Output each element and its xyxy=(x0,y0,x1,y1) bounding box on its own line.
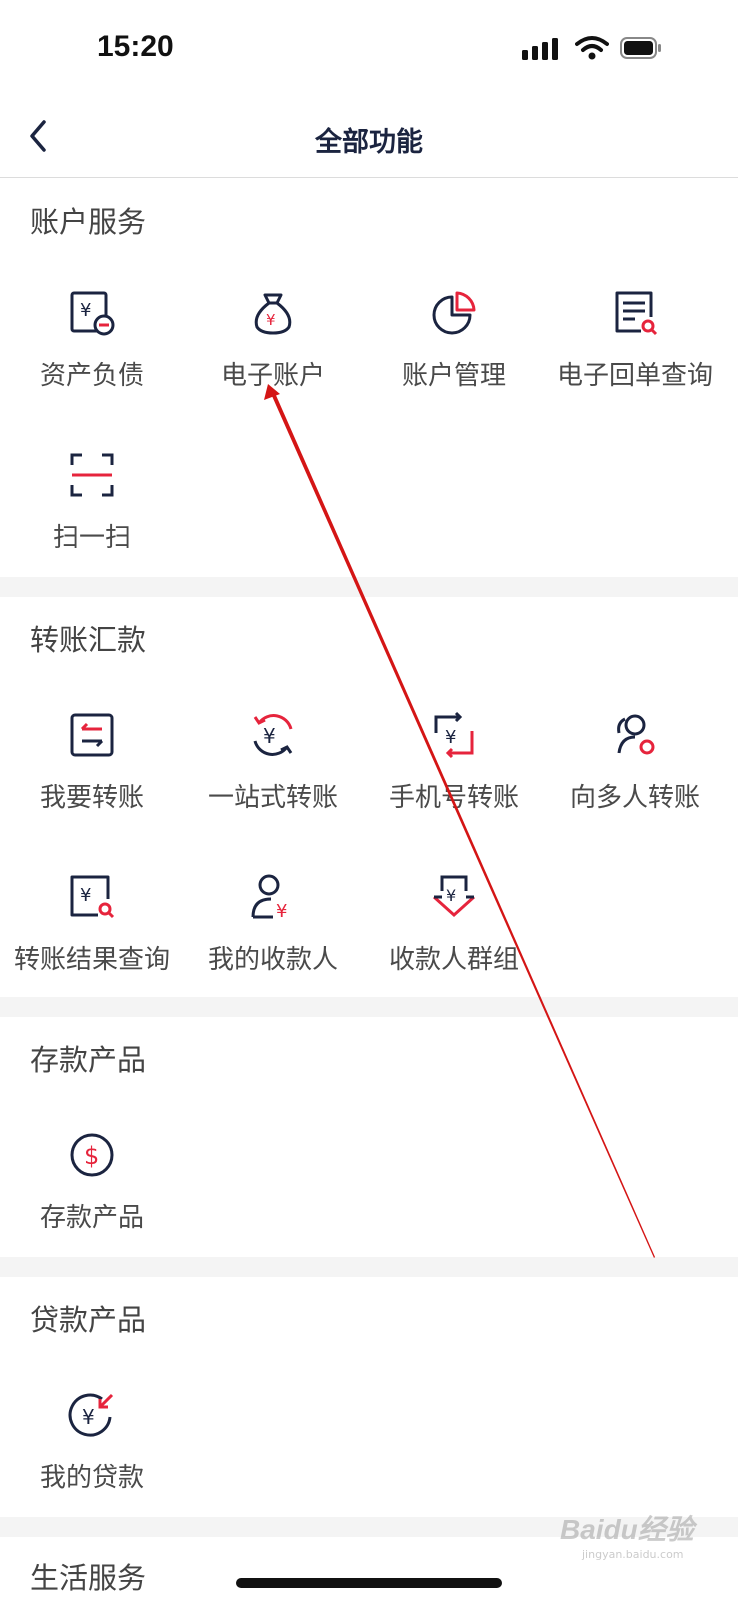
grid-item-my-loans[interactable]: ¥ 我的贷款 xyxy=(0,1391,184,1521)
grid-item-label: 我的收款人 xyxy=(207,945,338,975)
section-title: 存款产品 xyxy=(30,1043,147,1077)
grid-item-label: 扫一扫 xyxy=(52,523,131,553)
grid-item-multi-transfer[interactable]: 向多人转账 xyxy=(543,711,727,841)
grid-item-label: 向多人转账 xyxy=(569,783,700,813)
grid-item-label: 资产负债 xyxy=(39,361,144,391)
section-title: 生活服务 xyxy=(30,1561,147,1595)
transfer-icon xyxy=(70,713,114,757)
scan-icon xyxy=(70,453,114,497)
grid-item-label: 存款产品 xyxy=(39,1203,144,1233)
grid-item-label: 转账结果查询 xyxy=(13,945,170,975)
grid-item-my-payees[interactable]: ¥ 我的收款人 xyxy=(181,873,365,1003)
grid-item-account-management[interactable]: 账户管理 xyxy=(362,289,546,419)
battery-icon xyxy=(620,37,661,59)
svg-text:¥: ¥ xyxy=(266,311,276,329)
grid-item-deposit-products[interactable]: $ 存款产品 xyxy=(0,1131,184,1261)
grid-item-e-receipt[interactable]: 电子回单查询 xyxy=(543,289,727,419)
grid-item-one-stop-transfer[interactable]: ¥ 一站式转账 xyxy=(181,711,365,841)
section-divider xyxy=(0,1257,738,1277)
section-loan: 贷款产品 ¥ 我的贷款 xyxy=(0,1277,738,1517)
one-stop-transfer-icon: ¥ xyxy=(253,714,293,756)
nav-bar: 全部功能 xyxy=(0,100,738,178)
signal-icon xyxy=(522,38,558,60)
transfer-result-search-icon: ¥ xyxy=(70,875,115,919)
section-divider xyxy=(0,577,738,597)
section-account-services: 账户服务 ¥ 资产负债 ¥ 电子账户 账户管理 电子回单查询 扫一扫 xyxy=(0,179,738,577)
money-bag-icon: ¥ xyxy=(254,293,292,335)
grid-item-label: 一站式转账 xyxy=(207,783,338,813)
section-divider xyxy=(0,997,738,1017)
grid-item-transfer-result[interactable]: ¥ 转账结果查询 xyxy=(0,873,184,1003)
grid-item-transfer[interactable]: 我要转账 xyxy=(0,711,184,841)
payee-icon: ¥ xyxy=(251,874,287,921)
dollar-coin-icon: $ xyxy=(70,1133,114,1177)
svg-text:¥: ¥ xyxy=(445,727,456,748)
grid-item-label: 我要转账 xyxy=(39,783,144,813)
svg-text:¥: ¥ xyxy=(80,300,91,321)
svg-text:¥: ¥ xyxy=(276,901,287,921)
section-transfer: 转账汇款 我要转账 ¥ 一站式转账 ¥ 手机号转账 向多人转账 ¥ 转账结果查询… xyxy=(0,597,738,997)
grid-item-label: 电子回单查询 xyxy=(556,361,713,391)
svg-text:¥: ¥ xyxy=(80,885,91,906)
section-title: 账户服务 xyxy=(30,205,147,239)
grid-item-label: 账户管理 xyxy=(401,361,506,391)
home-indicator xyxy=(236,1578,502,1588)
grid-item-phone-transfer[interactable]: ¥ 手机号转账 xyxy=(362,711,546,841)
svg-text:¥: ¥ xyxy=(82,1405,95,1429)
multi-transfer-icon xyxy=(617,714,655,755)
svg-text:¥: ¥ xyxy=(263,724,276,748)
grid-item-asset-liability[interactable]: ¥ 资产负债 xyxy=(0,289,184,419)
status-time: 15:20 xyxy=(97,30,174,63)
svg-text:¥: ¥ xyxy=(446,886,456,905)
watermark-url: jingyan.baidu.com xyxy=(582,1548,684,1561)
grid-item-e-account[interactable]: ¥ 电子账户 xyxy=(181,289,365,419)
grid-item-label: 手机号转账 xyxy=(388,783,519,813)
grid-item-label: 电子账户 xyxy=(220,361,325,391)
section-deposit: 存款产品 $ 存款产品 xyxy=(0,1017,738,1257)
grid-item-label: 我的贷款 xyxy=(39,1463,144,1493)
page-title: 全部功能 xyxy=(315,127,423,158)
asset-liability-icon: ¥ xyxy=(70,291,115,336)
loan-icon: ¥ xyxy=(68,1393,114,1437)
grid-item-label: 收款人群组 xyxy=(388,945,519,975)
grid-item-payee-group[interactable]: ¥ 收款人群组 xyxy=(362,873,546,1003)
payee-group-icon: ¥ xyxy=(432,875,476,918)
wifi-icon xyxy=(575,36,609,60)
grid-item-scan[interactable]: 扫一扫 xyxy=(0,451,184,581)
receipt-search-icon xyxy=(615,291,658,336)
status-bar: 15:20 xyxy=(0,0,738,100)
pie-chart-icon xyxy=(432,291,476,335)
section-title: 转账汇款 xyxy=(30,623,147,657)
svg-text:$: $ xyxy=(84,1142,99,1170)
watermark: Baidu经验 xyxy=(560,1514,694,1545)
phone-transfer-icon: ¥ xyxy=(434,711,474,759)
section-title: 贷款产品 xyxy=(30,1303,147,1337)
